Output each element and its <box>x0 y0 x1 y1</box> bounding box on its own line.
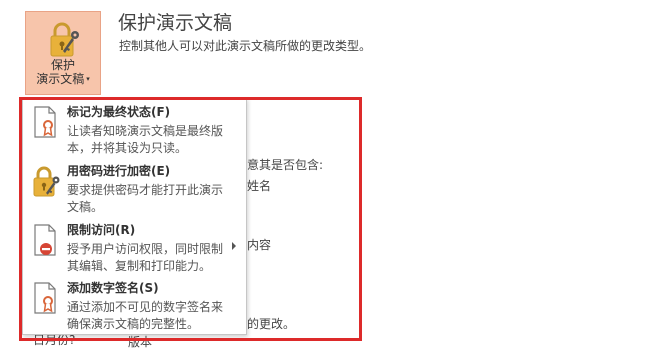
menu-item-title: 用密码进行加密(E) <box>67 164 171 178</box>
protect-button-label-line1: 保护 <box>50 58 75 72</box>
document-ribbon-icon <box>34 282 56 314</box>
background-text: 内容 <box>247 238 272 252</box>
menu-item-description: 通过添加不可见的数字签名来 确保演示文稿的完整性。 <box>67 300 224 331</box>
menu-item-title: 限制访问(R) <box>67 223 136 237</box>
section-description: 控制其他人可以对此演示文稿所做的更改类型。 <box>119 39 372 53</box>
lock-key-icon <box>33 166 60 197</box>
document-restrict-icon <box>34 224 56 256</box>
chevron-right-icon <box>232 242 236 250</box>
menu-item-mark-as-final[interactable]: 标记为最终状态(F) 让读者知晓演示文稿是最终版 本，并将其设为只读。 <box>23 101 246 159</box>
background-text: 姓名 <box>247 179 272 193</box>
menu-item-description: 让读者知晓演示文稿是最终版 本，并将其设为只读。 <box>67 124 224 155</box>
protect-button-label-line2: 演示文稿 ▾ <box>36 72 90 86</box>
background-text: 意其是否包含: <box>247 158 324 172</box>
menu-item-add-digital-signature[interactable]: 添加数字签名(S) 通过添加不可见的数字签名来 确保演示文稿的完整性。 <box>23 277 246 335</box>
menu-item-description: 要求提供密码才能打开此演示 文稿。 <box>67 183 224 214</box>
menu-item-restrict-access[interactable]: 限制访问(R) 授予用户访问权限，同时限制 其编辑、复制和打印能力。 <box>23 219 246 277</box>
menu-item-title: 标记为最终状态(F) <box>67 105 171 119</box>
lock-key-icon <box>50 22 79 57</box>
menu-item-encrypt-with-password[interactable]: 用密码进行加密(E) 要求提供密码才能打开此演示 文稿。 <box>23 160 246 218</box>
document-ribbon-icon <box>34 106 56 138</box>
chevron-down-icon: ▾ <box>86 75 90 83</box>
protect-presentation-button[interactable]: 保护 演示文稿 ▾ <box>25 11 101 95</box>
section-title: 保护演示文稿 <box>118 12 233 34</box>
background-text: 日月份? <box>33 333 76 347</box>
menu-item-title: 添加数字签名(S) <box>67 281 159 295</box>
protect-presentation-menu: 标记为最终状态(F) 让读者知晓演示文稿是最终版 本，并将其设为只读。 用密码进… <box>22 98 247 335</box>
background-text: 的更改。 <box>247 317 296 331</box>
menu-item-description: 授予用户访问权限，同时限制 其编辑、复制和打印能力。 <box>67 242 224 273</box>
